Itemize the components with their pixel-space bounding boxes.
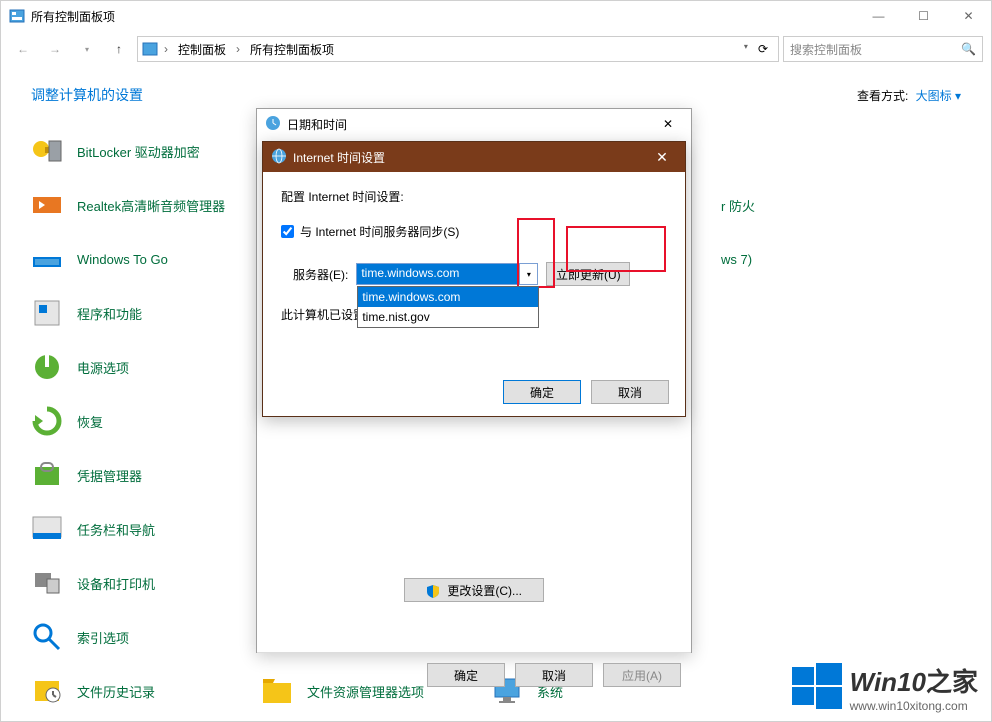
datetime-cancel-button[interactable]: 取消: [515, 663, 593, 687]
its-description: 配置 Internet 时间设置:: [281, 188, 667, 205]
datetime-close-button[interactable]: ✕: [653, 117, 683, 131]
cp-item-win7[interactable]: ws 7): [721, 243, 951, 275]
forward-button[interactable]: →: [41, 35, 69, 63]
window-controls: — ☐ ✕: [856, 1, 991, 31]
search-placeholder: 搜索控制面板: [790, 41, 862, 58]
wintogo-icon: [31, 243, 63, 275]
view-mode-link[interactable]: 大图标 ▾: [916, 89, 961, 103]
server-option[interactable]: time.nist.gov: [358, 307, 538, 327]
indexing-icon: [31, 621, 63, 653]
datetime-ok-button[interactable]: 确定: [427, 663, 505, 687]
chevron-right-icon: ›: [160, 42, 172, 56]
server-label: 服务器(E):: [293, 266, 348, 283]
cp-item-programs[interactable]: 程序和功能: [31, 297, 261, 329]
filehistory-icon: [31, 675, 63, 707]
path-icon: [142, 41, 158, 57]
devices-icon: [31, 567, 63, 599]
watermark-brand: Win10之家: [850, 662, 978, 699]
view-mode: 查看方式: 大图标 ▾: [857, 87, 961, 104]
cp-item-power[interactable]: 电源选项: [31, 351, 261, 383]
control-panel-icon: [9, 8, 25, 24]
minimize-button[interactable]: —: [856, 1, 901, 31]
credentials-icon: [31, 459, 63, 491]
server-value: time.windows.com: [357, 264, 519, 284]
recovery-icon: [31, 405, 63, 437]
watermark-url: www.win10xitong.com: [850, 699, 978, 713]
search-icon: 🔍: [961, 42, 976, 56]
cp-item-wintogo[interactable]: Windows To Go: [31, 243, 261, 275]
refresh-icon[interactable]: ⟳: [752, 42, 774, 56]
bitlocker-icon: [31, 135, 63, 167]
windows-logo-icon: [792, 661, 842, 714]
clock-icon: [265, 115, 281, 134]
cp-item-recovery[interactable]: 恢复: [31, 405, 261, 437]
cp-item-taskbar[interactable]: 任务栏和导航: [31, 513, 261, 545]
close-button[interactable]: ✕: [946, 1, 991, 31]
change-settings-button[interactable]: 更改设置(C)...: [404, 578, 544, 602]
server-combobox[interactable]: time.windows.com ▾ time.windows.com time…: [356, 263, 538, 285]
its-close-button[interactable]: ✕: [647, 149, 677, 166]
chevron-down-icon[interactable]: ▾: [519, 264, 537, 284]
realtek-icon: [31, 189, 63, 221]
cp-item-indexing[interactable]: 索引选项: [31, 621, 261, 653]
server-dropdown: time.windows.com time.nist.gov: [357, 286, 539, 328]
address-bar[interactable]: › 控制面板 › 所有控制面板项 ▾ ⟳: [137, 36, 779, 62]
update-now-button[interactable]: 立即更新(U): [546, 262, 630, 286]
up-button[interactable]: ↑: [105, 35, 133, 63]
datetime-titlebar[interactable]: 日期和时间 ✕: [257, 109, 691, 139]
programs-icon: [31, 297, 63, 329]
breadcrumb-current[interactable]: 所有控制面板项: [246, 39, 338, 60]
page-title: 调整计算机的设置: [31, 85, 143, 105]
internet-time-dialog: Internet 时间设置 ✕ 配置 Internet 时间设置: 与 Inte…: [262, 141, 686, 417]
nav-bar: ← → ▾ ↑ › 控制面板 › 所有控制面板项 ▾ ⟳ 搜索控制面板 🔍: [1, 31, 991, 67]
its-title: Internet 时间设置: [293, 149, 385, 166]
breadcrumb-root[interactable]: 控制面板: [174, 39, 230, 60]
sync-checkbox-label: 与 Internet 时间服务器同步(S): [300, 223, 459, 240]
cp-item-credentials[interactable]: 凭据管理器: [31, 459, 261, 491]
taskbar-icon: [31, 513, 63, 545]
chevron-right-icon: ›: [232, 42, 244, 56]
datetime-title: 日期和时间: [287, 116, 347, 133]
its-cancel-button[interactable]: 取消: [591, 380, 669, 404]
power-icon: [31, 351, 63, 383]
sync-checkbox[interactable]: [281, 225, 294, 238]
history-dropdown[interactable]: ▾: [73, 35, 101, 63]
titlebar: 所有控制面板项 — ☐ ✕: [1, 1, 991, 31]
cp-item-realtek[interactable]: Realtek高清晰音频管理器: [31, 189, 261, 221]
server-option[interactable]: time.windows.com: [358, 287, 538, 307]
its-ok-button[interactable]: 确定: [503, 380, 581, 404]
window-title: 所有控制面板项: [31, 8, 856, 25]
its-titlebar[interactable]: Internet 时间设置 ✕: [263, 142, 685, 172]
datetime-apply-button[interactable]: 应用(A): [603, 663, 681, 687]
cp-item-filehistory[interactable]: 文件历史记录: [31, 675, 261, 707]
shield-icon: [426, 584, 440, 598]
watermark: Win10之家 www.win10xitong.com: [792, 661, 978, 714]
globe-icon: [271, 148, 287, 167]
cp-item-firewall[interactable]: r 防火: [721, 189, 951, 221]
cp-item-bitlocker[interactable]: BitLocker 驱动器加密: [31, 135, 261, 167]
maximize-button[interactable]: ☐: [901, 1, 946, 31]
back-button[interactable]: ←: [9, 35, 37, 63]
search-input[interactable]: 搜索控制面板 🔍: [783, 36, 983, 62]
path-dropdown-icon[interactable]: ▾: [740, 42, 752, 56]
cp-item-devices[interactable]: 设备和打印机: [31, 567, 261, 599]
